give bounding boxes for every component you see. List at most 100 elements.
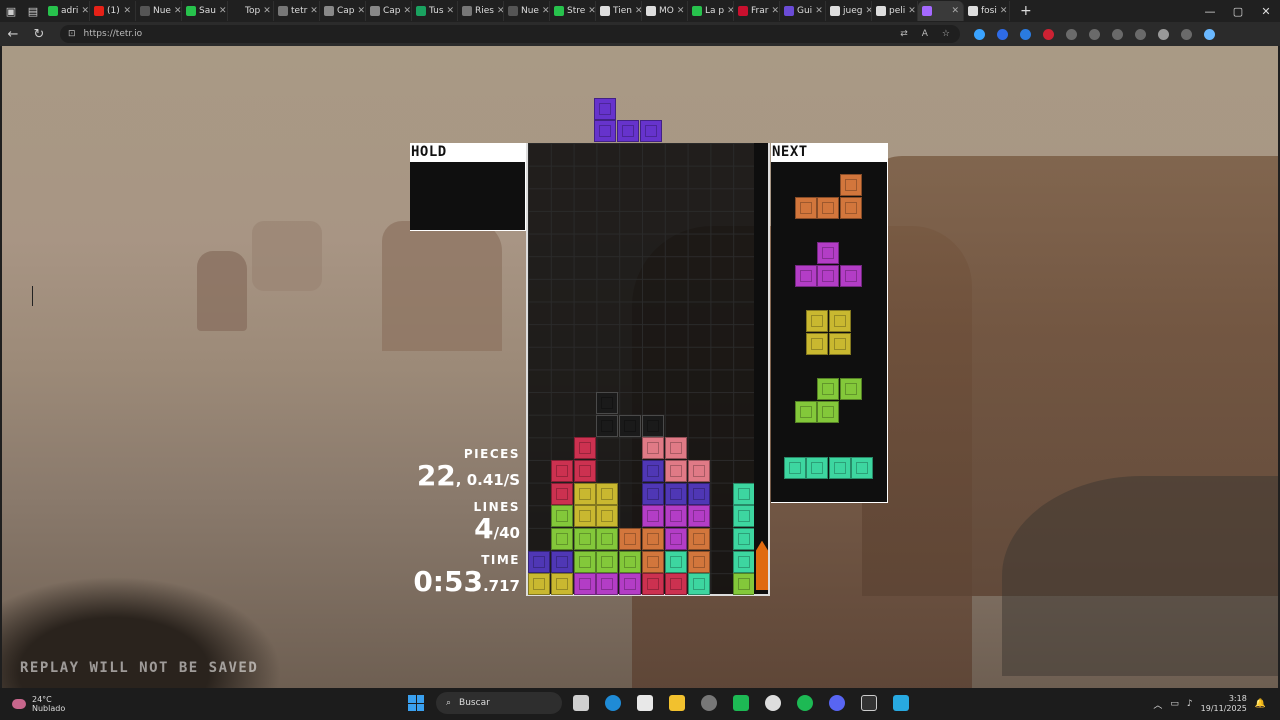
notification-bell-icon[interactable]: 🔔 [1255, 699, 1266, 709]
tab-close-icon[interactable]: ✕ [588, 6, 595, 16]
browser-tab[interactable]: jueg✕ [826, 1, 872, 21]
browser-tab[interactable]: Stre ✕ [550, 1, 596, 21]
browser-tab[interactable]: tetr ✕ [274, 1, 320, 21]
edge-browser-icon[interactable] [605, 695, 621, 711]
tab-close-icon[interactable]: ✕ [358, 6, 365, 16]
board-block [619, 550, 642, 573]
browser-tab[interactable]: Frar ✕ [734, 1, 780, 21]
tab-close-icon[interactable]: ✕ [174, 6, 181, 16]
browser-tab[interactable]: Tus ✕ [412, 1, 458, 21]
tab-close-icon[interactable]: ✕ [263, 6, 271, 16]
maximize-icon[interactable]: ▢ [1224, 5, 1252, 18]
network-icon[interactable]: ▭ [1170, 699, 1179, 709]
weather-widget[interactable]: 24°C Nublado [12, 695, 65, 713]
tab-title: tetr [291, 6, 308, 16]
taskbar-search[interactable]: ⌕ Buscar [436, 692, 562, 714]
epic-games-icon[interactable] [861, 695, 877, 711]
next-piece-block [817, 242, 840, 264]
lines-value: 4 [474, 512, 494, 545]
more-menu-icon[interactable] [1181, 28, 1192, 40]
clock[interactable]: 3:18 19/11/2025 [1201, 694, 1247, 714]
tab-close-icon[interactable]: ✕ [1000, 6, 1008, 16]
url-text: https://tetr.io [83, 29, 143, 39]
tab-close-icon[interactable]: ✕ [447, 6, 455, 16]
tab-close-icon[interactable]: ✕ [771, 6, 779, 16]
game-board[interactable] [526, 143, 756, 596]
tab-close-icon[interactable]: ✕ [677, 6, 685, 16]
browser-tab[interactable]: Nue ✕ [504, 1, 550, 21]
extension-icon[interactable] [974, 28, 985, 40]
tab-close-icon[interactable]: ✕ [908, 6, 916, 16]
falling-block [594, 97, 616, 120]
new-tab-button[interactable]: + [1010, 3, 1042, 19]
site-info-icon[interactable]: ⊡ [68, 29, 76, 39]
profile-avatar[interactable] [1158, 28, 1169, 40]
favorite-star-icon[interactable]: ☆ [942, 29, 950, 39]
file-explorer-icon[interactable] [669, 695, 685, 711]
browser-tab[interactable]: La p ✕ [688, 1, 734, 21]
browser-tab[interactable]: MO ✕ [642, 1, 688, 21]
browser-tab[interactable]: (1) ✕ [90, 1, 136, 21]
browser-tab[interactable]: Ries ✕ [458, 1, 504, 21]
tab-close-icon[interactable]: ✕ [815, 6, 823, 16]
volume-icon[interactable]: ♪ [1187, 699, 1193, 709]
discord-icon[interactable] [829, 695, 845, 711]
hold-label: HOLD [411, 144, 447, 160]
extension-icon[interactable] [1043, 28, 1054, 40]
app-icon[interactable] [893, 695, 909, 711]
spotify-icon[interactable] [797, 695, 813, 711]
browser-tab[interactable]: adri ✕ [44, 1, 90, 21]
minimize-icon[interactable]: — [1196, 5, 1224, 18]
ghost-block [596, 414, 619, 437]
board-block [642, 482, 664, 505]
task-view-icon[interactable] [573, 695, 589, 711]
browser-tab[interactable]: Sau ✕ [182, 1, 228, 21]
browser-tab[interactable]: Top ✕ [228, 1, 274, 21]
next-piece-block [828, 310, 851, 332]
chrome-icon[interactable] [701, 695, 717, 711]
start-windows-icon[interactable] [408, 695, 424, 711]
board-block [619, 528, 642, 551]
browser-tab[interactable]: Tien ✕ [596, 1, 642, 21]
translate-icon[interactable]: ⇄ [900, 29, 908, 39]
extension-icon[interactable] [1066, 28, 1077, 40]
browser-tab[interactable]: Gui ✕ [780, 1, 826, 21]
read-aloud-icon[interactable]: A [922, 29, 928, 39]
tab-close-icon[interactable]: ✕ [219, 6, 227, 16]
browser-tab[interactable]: ✕ [918, 1, 964, 21]
back-icon[interactable]: ← [0, 27, 26, 42]
browser-tab[interactable]: Nue ✕ [136, 1, 182, 21]
tab-actions-icon[interactable]: ▤ [22, 0, 44, 22]
tab-close-icon[interactable]: ✕ [727, 6, 733, 16]
tab-close-icon[interactable]: ✕ [635, 6, 641, 16]
extension-icon[interactable] [1020, 28, 1031, 40]
tab-title: MO [659, 6, 674, 16]
tab-close-icon[interactable]: ✕ [123, 6, 131, 16]
tab-close-icon[interactable]: ✕ [404, 6, 411, 16]
refresh-icon[interactable]: ↻ [26, 27, 52, 42]
store-icon[interactable] [637, 695, 653, 711]
browser-tab[interactable]: fosi ✕ [964, 1, 1010, 21]
address-bar[interactable]: ⊡ https://tetr.io ⇄ A ☆ [60, 25, 960, 43]
browser-tab[interactable]: Cap ✕ [366, 1, 412, 21]
browser-tab[interactable]: peli ✕ [872, 1, 918, 21]
workspaces-icon[interactable]: ▣ [0, 0, 22, 22]
board-block [687, 550, 710, 573]
tab-close-icon[interactable]: ✕ [497, 6, 503, 16]
split-screen-icon[interactable] [1112, 28, 1123, 40]
tab-close-icon[interactable]: ✕ [310, 6, 318, 16]
skull-app-icon[interactable] [765, 695, 781, 711]
tab-close-icon[interactable]: ✕ [81, 6, 89, 16]
tab-close-icon[interactable]: ✕ [951, 6, 959, 16]
copilot-icon[interactable] [1204, 28, 1215, 40]
extension-icon[interactable] [997, 28, 1008, 40]
board-block [528, 573, 550, 596]
extensions-puzzle-icon[interactable] [1089, 28, 1100, 40]
close-window-icon[interactable]: ✕ [1252, 5, 1280, 18]
chevron-up-icon[interactable]: ︿ [1153, 698, 1162, 711]
favorites-icon[interactable] [1135, 28, 1146, 40]
tab-close-icon[interactable]: ✕ [542, 6, 549, 16]
pieces-stat: PIECES 22, 0.41/S [417, 447, 520, 495]
browser-tab[interactable]: Cap ✕ [320, 1, 366, 21]
media-player-icon[interactable] [733, 695, 749, 711]
